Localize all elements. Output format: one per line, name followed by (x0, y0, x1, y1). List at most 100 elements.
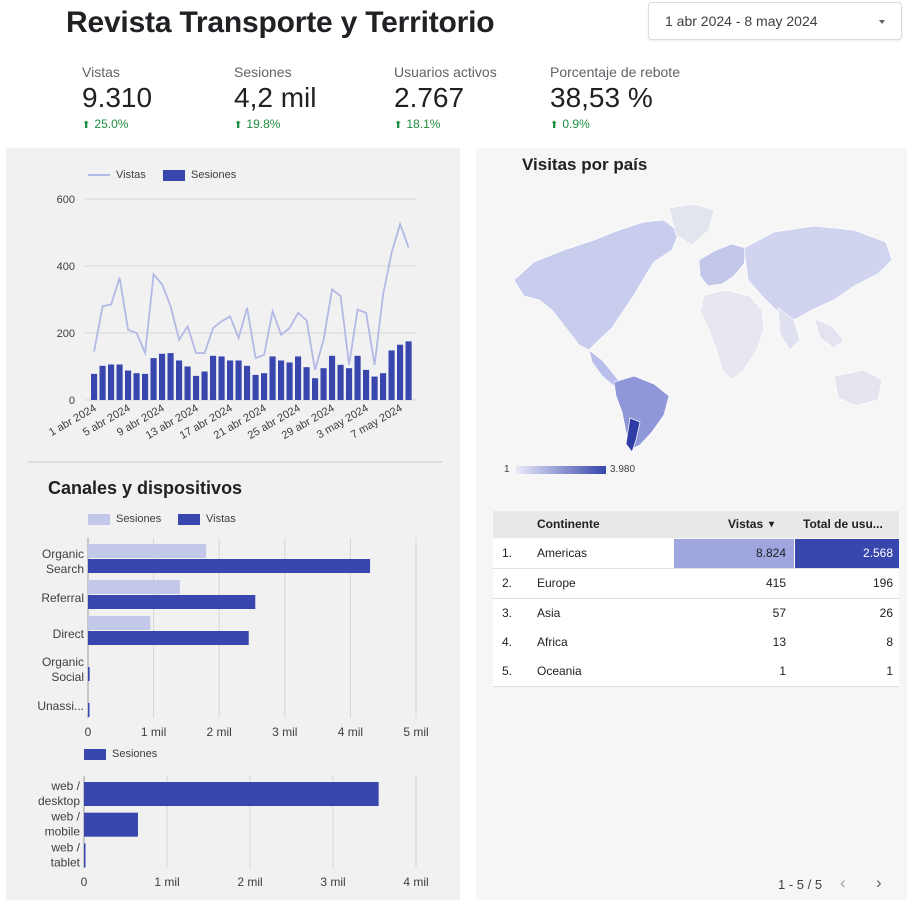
sesiones-bar (84, 843, 86, 868)
table-row[interactable]: 3. Asia 57 26 (493, 599, 899, 629)
kpi-value: 4,2 mil (234, 82, 317, 113)
dropdown-caret-icon (879, 20, 885, 24)
timeseries-combo-chart: 02004006001 abr 20245 abr 20249 abr 2024… (47, 194, 416, 442)
up-arrow-icon: ⬆ (394, 120, 403, 131)
row-users: 1 (886, 664, 893, 678)
table-row[interactable]: 4. Africa 13 8 (493, 628, 899, 658)
table-row[interactable]: 1. Americas 8.824 2.568 (493, 539, 899, 569)
sesiones-bar (159, 353, 166, 400)
map-region-oceania (833, 369, 883, 407)
up-arrow-icon: ⬆ (82, 120, 91, 131)
channels-bar-chart: 0 1 mil 2 mil 3 mil 4 mil 5 mil Organic Search R… (37, 538, 429, 739)
vistas-bar (88, 703, 90, 717)
legend-bar-swatch (178, 513, 200, 525)
y-tick-label: 0 (69, 395, 75, 407)
sesiones-bar (88, 616, 151, 630)
map-scale-gradient (516, 466, 606, 474)
up-arrow-icon: ⬆ (550, 120, 559, 131)
y-tick-label: 600 (57, 194, 75, 206)
chevron-left-icon[interactable]: ‹ (840, 873, 846, 893)
x-tick-label: 2 mil (207, 725, 232, 739)
sesiones-bar (218, 356, 225, 400)
row-continent: Europe (537, 576, 576, 590)
sesiones-bar (116, 364, 123, 400)
x-tick-label: 3 mil (272, 725, 297, 739)
sesiones-bar (193, 375, 200, 400)
category-label: web / desktop (38, 779, 81, 808)
vistas-bar (88, 559, 371, 573)
kpi-delta: ⬆ 18.1% (394, 117, 441, 131)
sesiones-bar (252, 374, 259, 400)
kpi-label: Porcentaje de rebote (550, 64, 680, 80)
x-tick-label: 0 (85, 725, 92, 739)
map-region-north-america (513, 219, 680, 351)
kpi-delta: ⬆ 0.9% (550, 117, 590, 131)
chevron-right-icon[interactable]: › (876, 873, 882, 893)
legend-sesiones-devices[interactable]: Sesiones (84, 748, 157, 760)
sesiones-bar (346, 368, 353, 400)
x-tick-label: 2 mil (237, 875, 262, 889)
panel-divider (28, 461, 442, 463)
report-title: Revista Transporte y Territorio (66, 6, 495, 39)
world-choropleth-map[interactable] (494, 200, 899, 455)
row-users: 8 (886, 635, 893, 649)
sesiones-bar (405, 341, 412, 400)
legend-sesiones[interactable]: Sesiones (163, 169, 236, 181)
row-views: 415 (765, 576, 786, 590)
row-rank: 1. (502, 546, 513, 560)
sesiones-bar (84, 782, 379, 806)
category-label: Direct (53, 627, 85, 641)
map-region-south-america (613, 375, 670, 451)
legend-bar-swatch (88, 513, 110, 525)
column-header-total-usuarios[interactable]: Total de usu... (803, 511, 883, 538)
legend-vistas[interactable]: Vistas (178, 513, 236, 525)
row-views: 8.824 (755, 546, 786, 560)
legend-vistas[interactable]: Vistas (88, 169, 146, 181)
row-views: 13 (772, 635, 786, 649)
sesiones-bar (380, 373, 387, 400)
date-range-picker[interactable]: 1 abr 2024 - 8 may 2024 (648, 2, 902, 40)
y-tick-label: 200 (57, 328, 75, 340)
row-views: 57 (772, 606, 786, 620)
x-tick-label: 4 mil (338, 725, 363, 739)
kpi-delta: ⬆ 25.0% (82, 117, 129, 131)
kpi-sesiones: Sesiones 4,2 mil ⬆ 19.8% (234, 64, 316, 131)
table-row[interactable]: 5. Oceania 1 1 (493, 657, 899, 687)
sesiones-bar (133, 373, 140, 400)
sesiones-bar (210, 355, 217, 400)
row-continent: Americas (537, 546, 588, 560)
kpi-label: Vistas (82, 64, 120, 80)
sort-desc-icon[interactable]: ▾ (769, 511, 774, 538)
category-label: web / tablet (50, 840, 80, 869)
column-header-continente[interactable]: Continente (537, 511, 600, 538)
x-tick-label: 1 mil (141, 725, 166, 739)
category-label: Referral (41, 591, 84, 605)
row-rank: 2. (502, 576, 513, 590)
sesiones-bar (244, 365, 251, 400)
kpi-vistas: Vistas 9.310 ⬆ 25.0% (82, 64, 152, 131)
table-header-row: Continente Vistas ▾ Total de usu... (493, 511, 899, 538)
kpi-delta: ⬆ 19.8% (234, 117, 281, 131)
sesiones-bar (295, 356, 302, 400)
sesiones-bar (303, 367, 310, 400)
up-arrow-icon: ⬆ (234, 120, 243, 131)
table-row[interactable]: 2. Europe 415 196 (493, 569, 899, 599)
row-continent: Asia (537, 606, 561, 620)
sesiones-bar (337, 364, 344, 400)
kpi-value: 2.767 (394, 82, 465, 113)
legend-sesiones[interactable]: Sesiones (88, 513, 161, 525)
sesiones-bar (269, 356, 276, 400)
sesiones-bar (286, 362, 293, 400)
x-tick-label: 3 mil (320, 875, 345, 889)
vistas-line (93, 221, 410, 371)
row-continent: Oceania (537, 664, 582, 678)
vistas-bar (88, 595, 256, 609)
x-tick-label: 4 mil (403, 875, 428, 889)
sesiones-bar (261, 373, 268, 400)
row-rank: 5. (502, 664, 513, 678)
map-scale-max: 3.980 (610, 464, 636, 475)
sesiones-bar (329, 355, 336, 400)
column-header-vistas[interactable]: Vistas (728, 511, 763, 538)
pagination-status: 1 - 5 / 5 (778, 877, 823, 892)
y-tick-label: 400 (57, 261, 75, 273)
